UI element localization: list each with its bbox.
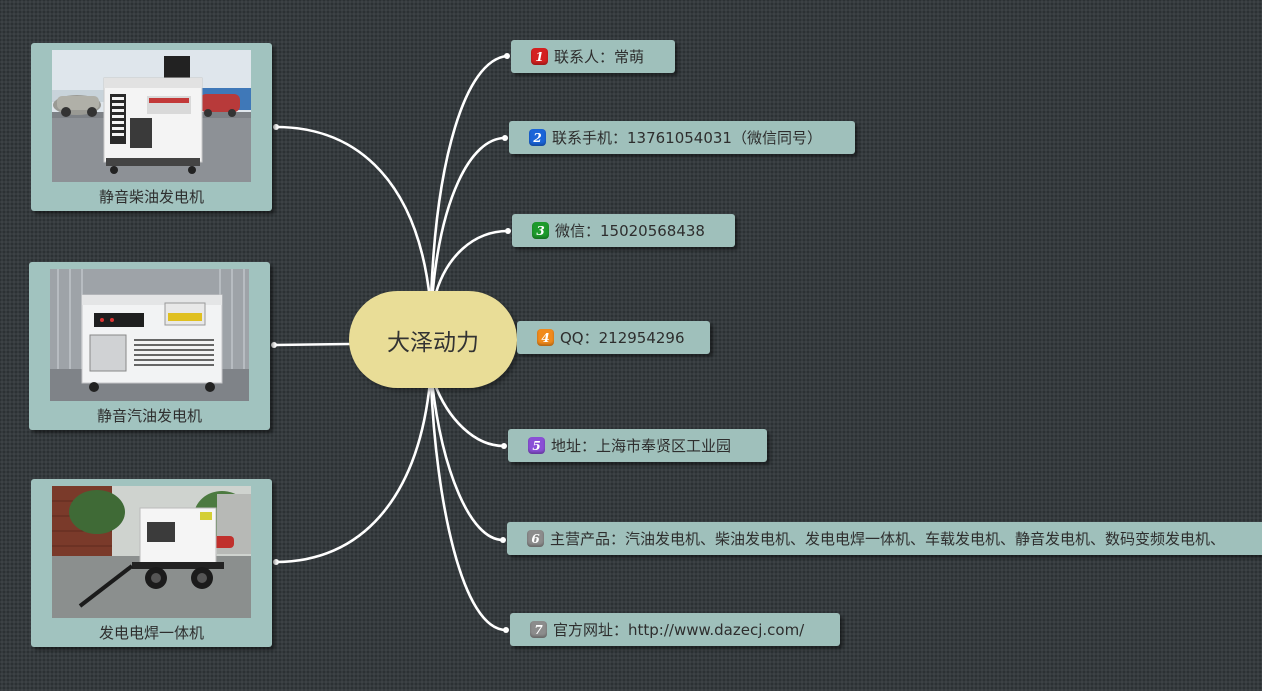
product-label: 静音柴油发电机 (98, 188, 204, 206)
product-node-silent-gasoline[interactable]: 静音汽油发电机 (29, 262, 270, 430)
contact-node-address[interactable]: 5 地址：上海市奉贤区工业园 (508, 429, 767, 462)
silent-gasoline-generator-photo (50, 269, 249, 401)
connector-dot (271, 342, 277, 348)
connector-dot (500, 537, 506, 543)
central-topic[interactable]: 大泽动力 (349, 291, 517, 388)
connector-product-2 (272, 342, 351, 347)
connector-contact-3 (432, 229, 510, 302)
connector-product-3 (274, 380, 432, 564)
product-label: 发电电焊一体机 (98, 624, 204, 642)
contact-node-qq[interactable]: 4 QQ：212954296 (517, 321, 710, 354)
priority-3-icon: 3 (532, 222, 549, 239)
product-node-silent-diesel[interactable]: 静音柴油发电机 (31, 43, 272, 211)
product-label: 静音汽油发电机 (96, 407, 202, 425)
priority-7-icon: 7 (530, 621, 547, 638)
contact-node-mobile[interactable]: 2 联系手机：13761054031（微信同号） (509, 121, 855, 154)
connector-contact-7 (429, 380, 508, 632)
contact-node-wechat[interactable]: 3 微信：15020568438 (512, 214, 735, 247)
connector-dot (273, 124, 279, 130)
connector-contact-1 (429, 54, 509, 302)
connector-contact-6 (430, 380, 505, 542)
contact-text: 微信：15020568438 (555, 222, 705, 240)
generator-welder-trailer-photo (52, 486, 251, 618)
connector-dot (502, 135, 508, 141)
contact-text: 地址：上海市奉贤区工业园 (551, 437, 732, 455)
priority-1-icon: 1 (531, 48, 548, 65)
connector-product-1 (274, 125, 432, 302)
product-node-generator-welder[interactable]: 发电电焊一体机 (31, 479, 272, 647)
contact-text: 联系人：常萌 (554, 48, 645, 66)
connector-dot (273, 559, 279, 565)
contact-text: 官方网址：http://www.dazecj.com/ (553, 621, 805, 639)
contact-text: 主营产品：汽油发电机、柴油发电机、发电电焊一体机、车载发电机、静音发电机、数码变… (550, 530, 1226, 548)
connector-dot (501, 443, 507, 449)
connector-dot (503, 627, 509, 633)
priority-4-icon: 4 (537, 329, 554, 346)
contact-node-website[interactable]: 7 官方网址：http://www.dazecj.com/ (510, 613, 840, 646)
connector-dot (504, 53, 510, 59)
contact-node-products[interactable]: 6 主营产品：汽油发电机、柴油发电机、发电电焊一体机、车载发电机、静音发电机、数… (507, 522, 1262, 555)
silent-diesel-generator-photo (52, 50, 251, 182)
contact-node-person[interactable]: 1 联系人：常萌 (511, 40, 675, 73)
connector-dot (505, 228, 511, 234)
contact-text: QQ：212954296 (560, 329, 685, 347)
contact-text: 联系手机：13761054031（微信同号） (552, 129, 822, 147)
priority-2-icon: 2 (529, 129, 546, 146)
connector-contact-5 (432, 380, 506, 448)
central-topic-label: 大泽动力 (387, 329, 479, 356)
priority-6-icon: 6 (527, 530, 544, 547)
priority-5-icon: 5 (528, 437, 545, 454)
